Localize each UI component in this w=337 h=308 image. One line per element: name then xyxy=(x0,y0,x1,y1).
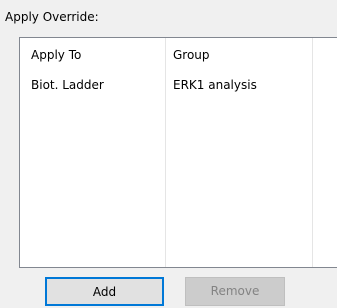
row-group-cell[interactable]: ERK1 analysis xyxy=(173,78,257,92)
column-header-apply-to[interactable]: Apply To xyxy=(31,48,81,62)
row-apply-to-cell[interactable]: Biot. Ladder xyxy=(31,78,104,92)
override-list[interactable]: Apply To Group Biot. Ladder ERK1 analysi… xyxy=(19,37,337,268)
column-header-group[interactable]: Group xyxy=(173,48,210,62)
column-divider[interactable] xyxy=(312,38,313,267)
column-divider[interactable] xyxy=(165,38,166,267)
add-button[interactable]: Add xyxy=(45,277,164,306)
remove-button[interactable]: Remove xyxy=(185,277,285,306)
apply-override-label: Apply Override: xyxy=(5,10,99,24)
